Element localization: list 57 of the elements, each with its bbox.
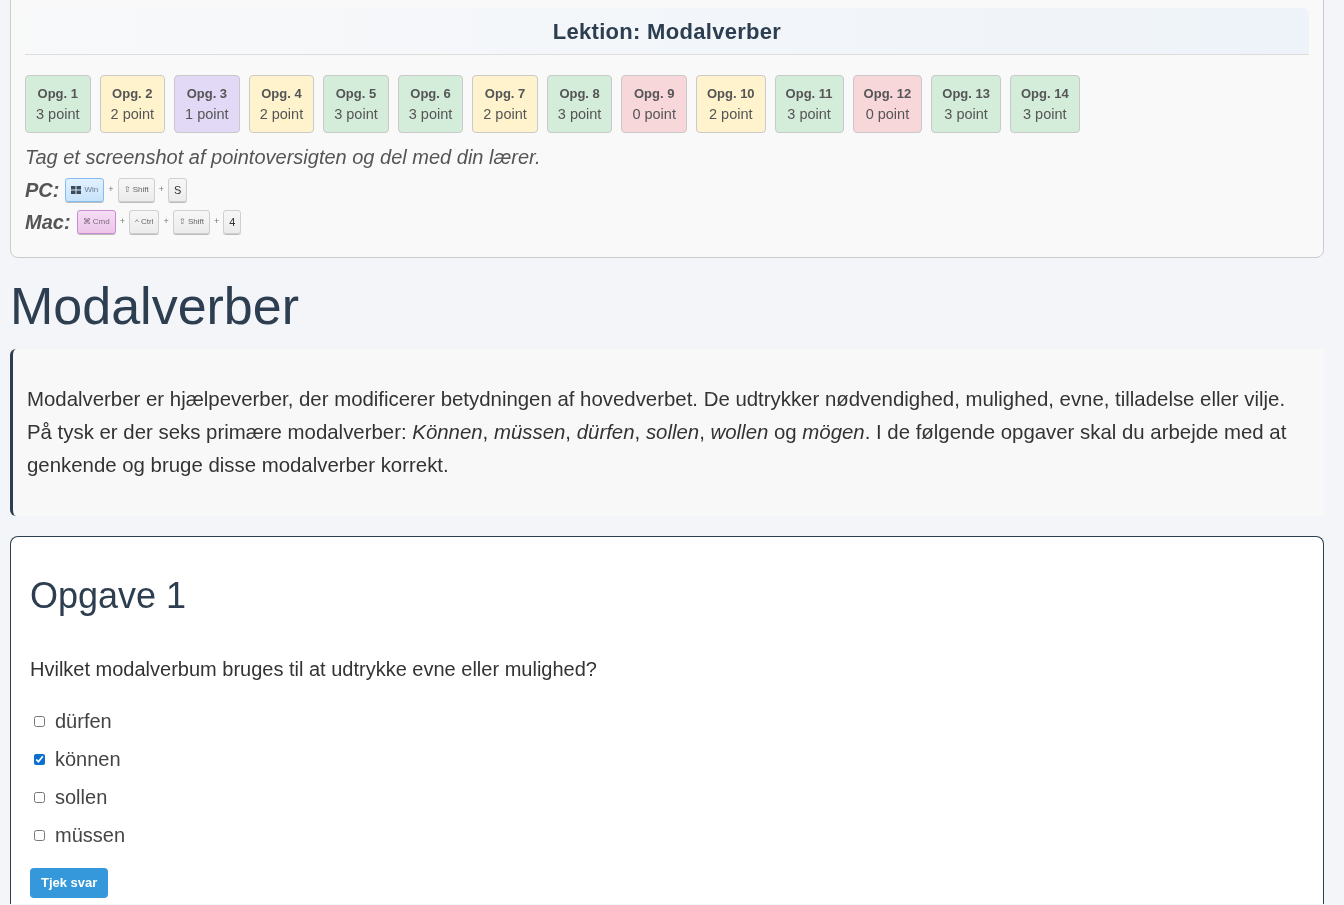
points-text: 2 point <box>709 105 753 123</box>
points-text: 3 point <box>408 105 453 123</box>
key-label: ⇧ Shift <box>123 185 149 195</box>
checkbox[interactable] <box>34 715 45 727</box>
points-text: 3 point <box>787 105 831 123</box>
points-text: 3 point <box>557 105 602 123</box>
checkbox[interactable] <box>34 829 45 841</box>
intro-paragraph: Modalverber er hjælpeverber, der modificerer betydningen af hovedverbet. De udtrykker nødvendighed, mulighed, evne, tilladelse eller vilje. På tysk er der seks primære modalverber: Können, müssen, dürfen, sollen, wollen og mögen. I de følgende opgaver skal du arbejde med at genkende og bruge disse modalverber korrekt. <box>27 387 1288 478</box>
task-number: Opg. 11 <box>785 85 833 101</box>
key-label: 4 <box>229 217 236 227</box>
key-label: ⇧ Shift <box>178 217 204 227</box>
platform-label: PC: <box>25 178 60 202</box>
points-text: 2 point <box>483 105 527 123</box>
task-number: Opg. 5 <box>335 85 377 101</box>
points-text: 0 point <box>865 105 910 123</box>
task-number: Opg. 2 <box>112 85 153 101</box>
option-label[interactable]: können <box>55 747 121 771</box>
key-label: S <box>174 185 182 195</box>
question-text: Hvilket modalverbum bruges til at udtrykke evne eller mulighed? <box>30 657 598 682</box>
task-number: Opg. 13 <box>942 85 990 101</box>
checkbox[interactable] <box>34 753 45 765</box>
option-label[interactable]: sollen <box>55 785 108 809</box>
task-number: Opg. 7 <box>484 85 526 101</box>
windows-logo-icon <box>71 186 82 194</box>
points-text: 3 point <box>36 105 80 123</box>
plus-sign: + <box>119 215 125 229</box>
points-text: 2 point <box>259 105 304 123</box>
key-label: ⌘ Cmd <box>82 217 110 227</box>
points-text: 3 point <box>334 105 378 123</box>
points-text: 3 point <box>944 105 988 123</box>
task-number: Opg. 4 <box>261 85 302 101</box>
task-number: Opg. 10 <box>706 85 755 101</box>
points-text: 0 point <box>632 105 676 123</box>
option-label[interactable]: dürfen <box>55 709 112 733</box>
plus-sign: + <box>158 183 164 197</box>
plus-sign: + <box>163 215 169 229</box>
key-label: ^ Ctrl <box>134 217 154 227</box>
key-label: Win <box>84 185 99 195</box>
plus-sign: + <box>108 183 114 197</box>
points-text: 3 point <box>1023 105 1067 123</box>
points-text: 1 point <box>185 105 229 123</box>
page-heading: Modalverber <box>10 276 301 336</box>
checkbox[interactable] <box>34 791 45 803</box>
task-title: Opgave 1 <box>30 574 188 618</box>
task-number: Opg. 1 <box>37 85 78 101</box>
lesson-title: Lektion: Modalverber <box>552 17 782 46</box>
instruction-text: Tag et screenshot af pointoversigten og del med din lærer. <box>25 145 542 169</box>
task-number: Opg. 9 <box>633 85 675 101</box>
task-number: Opg. 3 <box>186 85 228 101</box>
task-number: Opg. 14 <box>1020 85 1069 101</box>
points-text: 2 point <box>110 105 155 123</box>
task-number: Opg. 12 <box>863 85 912 101</box>
task-number: Opg. 6 <box>410 85 451 101</box>
task-number: Opg. 8 <box>559 85 600 101</box>
plus-sign: + <box>213 215 220 229</box>
platform-label: Mac: <box>25 210 71 234</box>
option-label[interactable]: müssen <box>55 823 126 847</box>
